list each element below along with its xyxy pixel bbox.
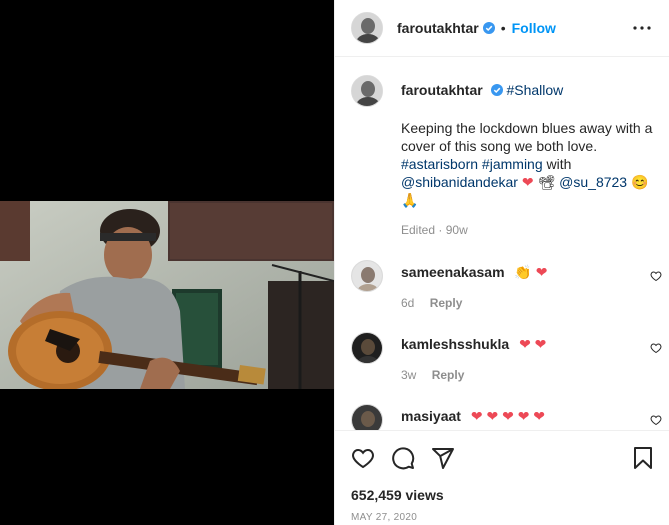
author-avatar[interactable] (351, 12, 383, 44)
bookmark-icon[interactable] (631, 446, 655, 470)
verified-badge-icon (490, 84, 503, 96)
caption-mention[interactable]: @shibanidandekar (401, 174, 518, 190)
camera-emoji-icon: 📽 (537, 174, 556, 190)
caption-with: with (546, 156, 572, 172)
avatar-image (352, 76, 382, 106)
comment-meta: 3w Reply (401, 368, 464, 382)
caption-plain-text: Keeping the lockdown blues away with a c… (401, 120, 653, 154)
comment-text: ❤ ❤ (519, 336, 547, 352)
header-separator: • (500, 20, 506, 36)
caption-text: Keeping the lockdown blues away with a c… (401, 119, 656, 209)
reply-button[interactable]: Reply (432, 368, 465, 382)
comments-list[interactable]: faroutakhtar #Shallow Keeping the lockdo… (335, 58, 669, 430)
follow-button[interactable]: Follow (512, 20, 556, 36)
comment-text: ❤ ❤ ❤ ❤ ❤ (470, 408, 546, 424)
red-heart-icon: ❤ (521, 174, 534, 190)
caption-edited: Edited (401, 223, 436, 237)
comment-body: sameenakasam 👏 ❤ (401, 264, 547, 281)
video-frame (0, 201, 334, 389)
avatar-image (352, 405, 382, 430)
verified-badge-icon (482, 22, 495, 34)
caption-meta: Edited · 90w (401, 221, 656, 239)
comment-icon[interactable] (391, 446, 415, 470)
commenter-avatar[interactable] (351, 332, 383, 364)
share-icon[interactable] (431, 446, 455, 470)
comment-text: 👏 ❤ (514, 264, 548, 280)
post-media (0, 0, 334, 525)
action-bar (335, 430, 669, 485)
heart-icon[interactable] (650, 414, 662, 426)
avatar-image (352, 261, 382, 291)
post-date[interactable]: MAY 27, 2020 (351, 512, 417, 523)
smile-emoji-icon: 😊 (630, 174, 649, 190)
commenter-avatar[interactable] (351, 404, 383, 430)
meta-separator: · (438, 223, 443, 237)
comment-time[interactable]: 3w (401, 368, 416, 382)
caption-username[interactable]: faroutakhtar (401, 82, 483, 98)
commenter-username[interactable]: kamleshsshukla (401, 336, 509, 352)
caption-avatar[interactable] (351, 75, 383, 107)
comment-time[interactable]: 6d (401, 296, 414, 310)
avatar-image (352, 13, 382, 43)
comment-body: masiyaat ❤ ❤ ❤ ❤ ❤ (401, 408, 545, 425)
comment-body: kamleshsshukla ❤ ❤ (401, 336, 546, 353)
heart-icon[interactable] (351, 446, 375, 470)
heart-icon[interactable] (650, 270, 662, 282)
author-username[interactable]: faroutakhtar (397, 20, 479, 36)
heart-icon[interactable] (650, 342, 662, 354)
commenter-username[interactable]: masiyaat (401, 408, 461, 424)
comment-meta: 6d Reply (401, 296, 462, 310)
caption-hashtag-title[interactable]: #Shallow (506, 82, 563, 98)
reply-button[interactable]: Reply (430, 296, 463, 310)
post-header: faroutakhtar • Follow (335, 0, 669, 57)
views-count: 652,459 views (351, 487, 444, 503)
caption-hashtags[interactable]: #astarisborn #jamming (401, 156, 543, 172)
video-player[interactable] (0, 201, 334, 389)
caption-mention[interactable]: @su_8723 (559, 174, 627, 190)
caption-time[interactable]: 90w (446, 223, 468, 237)
person-emoji-icon: 🙏 (401, 192, 419, 208)
more-options-icon[interactable] (632, 18, 652, 38)
commenter-username[interactable]: sameenakasam (401, 264, 505, 280)
caption-body: faroutakhtar #Shallow Keeping the lockdo… (401, 81, 656, 239)
post-side-panel: faroutakhtar • Follow faroutakhtar #Shal… (334, 0, 669, 525)
commenter-avatar[interactable] (351, 260, 383, 292)
avatar-image (352, 333, 382, 363)
